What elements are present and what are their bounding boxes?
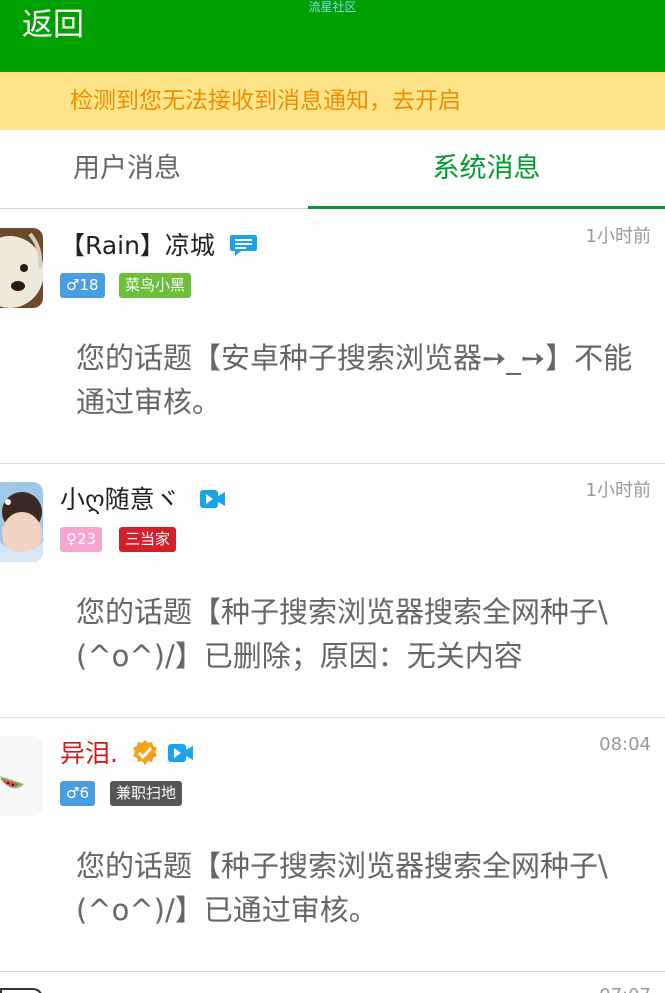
user-name[interactable]: 【Rain】凉城	[60, 228, 215, 264]
avatar[interactable]	[0, 988, 43, 993]
message-time: 1小时前	[585, 480, 651, 501]
level-badge: ♀23	[60, 527, 103, 552]
list-item[interactable]: 小ღ随意ヾ 1小时前 ♀23 三当家 您的话题【种子搜索浏览器搜索全网种子\(^…	[0, 464, 665, 718]
app-title: 流星社区	[308, 0, 357, 14]
list-item[interactable]: 07:07	[0, 972, 665, 993]
message-body: 您的话题【种子搜索浏览器搜索全网种子\(^o^)/】已通过审核。	[76, 849, 608, 927]
level-badge: ♂6	[60, 781, 95, 806]
message-tabs: 用户消息 系统消息	[0, 130, 665, 209]
title-badge: 三当家	[119, 527, 177, 552]
verified-icon	[131, 739, 159, 771]
video-icon	[199, 488, 226, 514]
message-time: 1小时前	[585, 226, 651, 247]
tab-system-messages[interactable]: 系统消息	[308, 130, 665, 209]
message-time: 07:07	[599, 984, 651, 993]
avatar[interactable]	[0, 228, 43, 308]
user-name[interactable]: 异泪.	[60, 736, 118, 772]
message-body: 您的话题【安卓种子搜索浏览器➙_➙】不能通过审核。	[76, 341, 633, 419]
title-badge: 兼职扫地	[110, 781, 183, 806]
video-icon	[167, 742, 194, 768]
active-tab-indicator	[308, 206, 665, 209]
avatar[interactable]	[0, 736, 43, 816]
top-bar: 返回 流星社区	[0, 0, 665, 72]
chat-bubble-icon	[229, 233, 258, 261]
user-name[interactable]: 小ღ随意ヾ	[60, 482, 180, 518]
notification-banner-text: 检测到您无法接收到消息通知，去开启	[70, 88, 461, 114]
title-badge: 菜鸟小黑	[119, 273, 192, 298]
avatar[interactable]	[0, 482, 43, 562]
list-item[interactable]: 【Rain】凉城 1小时前 ♂18 菜鸟小黑 您的话题【安卓种子搜索浏览器➙_➙…	[0, 210, 665, 464]
message-body: 您的话题【种子搜索浏览器搜索全网种子\(^o^)/】已删除；原因：无关内容	[76, 595, 608, 673]
message-time: 08:04	[599, 734, 651, 755]
list-item[interactable]: 异泪. 08:04 ♂6 兼职扫地 您的话题【种子搜索浏览器搜索全网种子\(^o…	[0, 718, 665, 972]
notification-banner[interactable]: 检测到您无法接收到消息通知，去开启	[0, 72, 665, 130]
level-badge: ♂18	[60, 273, 105, 298]
tab-user-messages[interactable]: 用户消息	[0, 130, 254, 209]
